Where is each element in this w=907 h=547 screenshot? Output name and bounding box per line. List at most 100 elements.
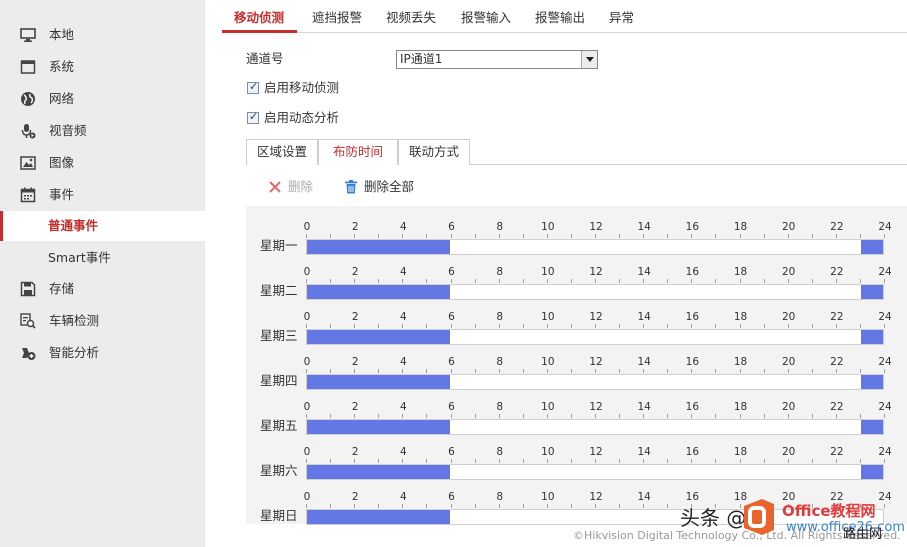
armed-time-segment[interactable] (307, 465, 450, 479)
hour-tick-mark (667, 234, 668, 238)
sidebar: 本地 系统 网络 视音频 图像 事件 普通事件 Smart事件 存储 车辆检测 … (0, 0, 205, 547)
hour-tick-mark (884, 459, 885, 463)
hour-tick-mark (619, 369, 620, 373)
hour-tick-label: 16 (685, 221, 700, 233)
sidebar-item-video-audio[interactable]: 视音频 (0, 116, 205, 146)
hour-tick-mark (571, 369, 572, 373)
channel-label: 通道号 (246, 51, 284, 66)
calendar-icon (20, 187, 36, 203)
sidebar-item-storage[interactable]: 存储 (0, 274, 205, 304)
hour-tick-label: 2 (351, 221, 359, 233)
hour-tick-mark (643, 504, 644, 508)
hour-tick-label: 12 (589, 491, 603, 503)
day-schedule-bar[interactable] (306, 419, 884, 435)
sidebar-item-basic-event[interactable]: 普通事件 (0, 211, 205, 241)
enable-dynamic-label: 启用动态分析 (264, 110, 340, 125)
hour-tick-mark (571, 414, 572, 418)
trash-icon (345, 180, 357, 194)
hour-tick-label: 6 (448, 221, 455, 233)
armed-time-segment[interactable] (307, 375, 450, 389)
hour-tick-mark (691, 369, 692, 373)
hour-tick-label: 22 (830, 266, 844, 278)
chevron-down-icon[interactable] (581, 51, 597, 68)
tab-tamper-alarm[interactable]: 遮挡报警 (312, 10, 362, 26)
hour-tick-label: 2 (351, 491, 359, 503)
tab-alarm-input[interactable]: 报警输入 (461, 10, 511, 26)
hour-tick-label: 10 (541, 266, 555, 278)
globe-icon (21, 92, 35, 106)
hour-tick-mark (499, 369, 500, 373)
armed-time-segment[interactable] (860, 420, 883, 434)
sidebar-item-label: 网络 (49, 91, 75, 106)
hour-tick-mark (306, 279, 307, 283)
armed-time-segment[interactable] (860, 375, 883, 389)
armed-time-segment[interactable] (307, 240, 450, 254)
armed-time-segment[interactable] (860, 465, 883, 479)
hour-tick-label: 0 (303, 401, 311, 413)
sidebar-item-smart-event[interactable]: Smart事件 (0, 243, 205, 273)
day-schedule-bar[interactable] (306, 374, 884, 390)
enable-motion-checkbox[interactable] (247, 80, 259, 94)
sidebar-item-event[interactable]: 事件 (0, 180, 205, 210)
day-label: 星期四 (260, 373, 298, 388)
hour-tick-mark (595, 504, 596, 508)
day-schedule-bar[interactable] (306, 239, 884, 255)
tab-video-loss[interactable]: 视频丢失 (386, 10, 436, 26)
hour-tick-label: 24 (878, 311, 892, 323)
hour-tick-label: 4 (399, 311, 407, 323)
sidebar-item-vehicle-detection[interactable]: 车辆检测 (0, 306, 205, 336)
day-schedule-bar[interactable] (306, 284, 884, 300)
day-schedule-bar[interactable] (306, 329, 884, 345)
sidebar-item-image[interactable]: 图像 (0, 148, 205, 178)
hour-tick-mark (547, 279, 548, 283)
hour-tick-mark (715, 234, 716, 238)
armed-time-segment[interactable] (860, 240, 883, 254)
day-schedule-bar[interactable] (306, 464, 884, 480)
tab-alarm-output[interactable]: 报警输出 (535, 10, 585, 26)
armed-time-segment[interactable] (307, 510, 450, 524)
tab-exception[interactable]: 异常 (609, 10, 634, 26)
hour-tick-mark (788, 279, 789, 283)
hour-tick-mark (643, 234, 644, 238)
hour-tick-mark (523, 459, 524, 463)
sidebar-item-label: 存储 (49, 281, 75, 296)
armed-time-segment[interactable] (307, 420, 450, 434)
hour-tick-mark (451, 324, 452, 328)
hour-tick-mark (378, 414, 379, 418)
armed-time-segment[interactable] (307, 330, 450, 344)
channel-select[interactable]: IP通道1 (396, 50, 598, 69)
tab-motion-detection[interactable]: 移动侦测 (234, 10, 284, 26)
armed-time-segment[interactable] (307, 285, 450, 299)
hour-tick-label: 4 (399, 221, 407, 233)
day-label: 星期二 (260, 283, 298, 298)
sidebar-item-smart-analysis[interactable]: 智能分析 (0, 338, 205, 368)
hour-tick-label: 10 (541, 311, 555, 323)
hour-tick-label: 6 (448, 401, 455, 413)
hour-tick-mark (451, 279, 452, 283)
hour-tick-mark (667, 279, 668, 283)
sidebar-item-label: 图像 (49, 155, 75, 170)
armed-time-segment[interactable] (860, 285, 883, 299)
hour-tick-label: 24 (878, 266, 892, 278)
hour-tick-label: 24 (878, 221, 892, 233)
hour-tick-mark (691, 279, 692, 283)
sidebar-item-network[interactable]: 网络 (0, 84, 205, 114)
hour-tick-mark (884, 504, 885, 508)
sidebar-item-local[interactable]: 本地 (0, 20, 205, 50)
subtab-area-settings[interactable]: 区域设置 (246, 139, 318, 165)
sidebar-item-label: 智能分析 (49, 345, 100, 360)
hour-tick-mark (691, 324, 692, 328)
subtab-arming-schedule[interactable]: 布防时间 (318, 139, 398, 165)
hour-tick-label: 20 (781, 446, 796, 458)
hour-tick-mark (643, 279, 644, 283)
enable-dynamic-checkbox[interactable] (247, 110, 259, 124)
sidebar-item-system[interactable]: 系统 (0, 52, 205, 82)
armed-time-segment[interactable] (860, 330, 883, 344)
hour-tick-mark (619, 324, 620, 328)
hour-tick-label: 16 (685, 356, 700, 368)
subtab-linkage-method[interactable]: 联动方式 (398, 139, 470, 165)
hour-tick-mark (812, 234, 813, 238)
hour-tick-mark (788, 324, 789, 328)
hour-tick-mark (571, 459, 572, 463)
hour-tick-mark (595, 324, 596, 328)
